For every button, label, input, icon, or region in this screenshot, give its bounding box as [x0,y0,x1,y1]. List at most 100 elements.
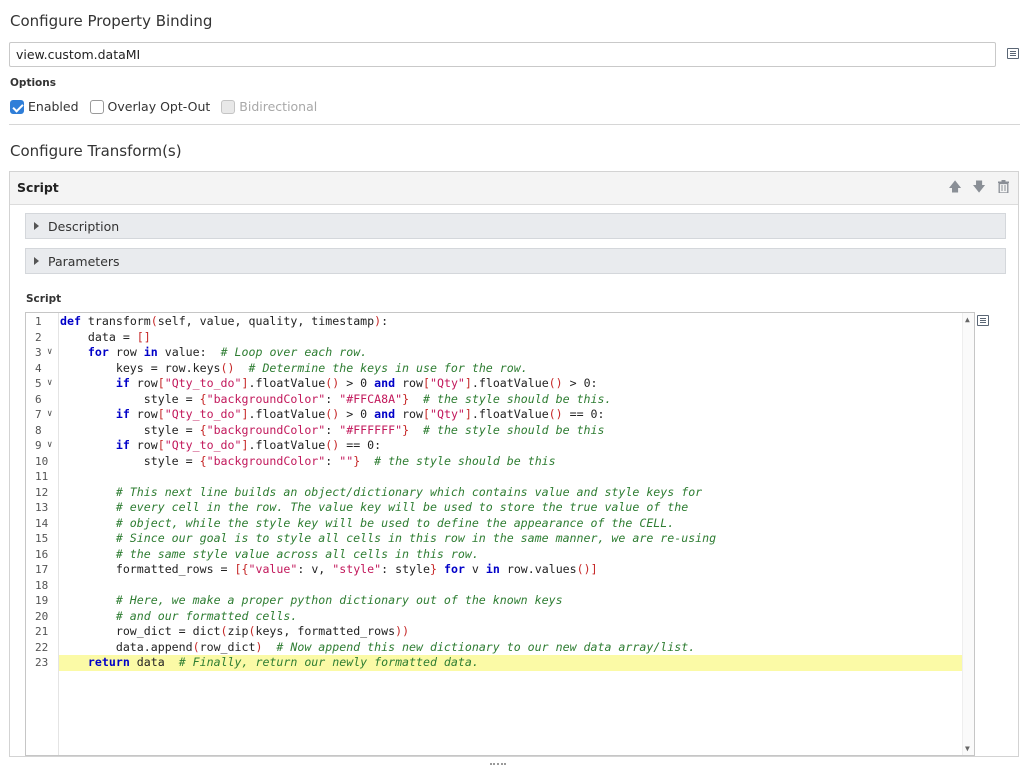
code-text: for row in value: # Loop over each row. [87,345,368,359]
code-line[interactable]: 7 ∨ if row["Qty_to_do"].floatValue() > 0 … [26,407,974,423]
line-number: 17 [35,563,49,576]
description-label: Description [48,219,120,234]
overlay-opt-out-checkbox-box[interactable] [89,99,104,114]
code-text: row_dict = dict(zip(keys, formatted_rows… [60,624,410,638]
move-up-icon[interactable]: 🡅 [948,180,962,196]
code-text: # and our formatted cells. [115,608,298,623]
code-text: formatted_rows = [{"value": v, "style": … [60,562,598,576]
code-line[interactable]: 6 style = {"backgroundColor": "#FFCA8A"}… [26,392,974,408]
code-line[interactable]: 1 def transform(self, value, quality, tim… [26,314,974,330]
code-line[interactable]: 20 # and our formatted cells. [26,609,974,625]
code-line[interactable]: 13 # every cell in the row. The value ke… [26,500,974,516]
code-text: # This next line builds an object/dictio… [115,484,703,499]
code-text: # Since our goal is to style all cells i… [115,531,717,545]
code-text: style = {"backgroundColor": ""} # the st… [60,453,556,468]
code-text: # every cell in the row. The value key w… [115,500,689,514]
bidirectional-label: Bidirectional [239,99,318,114]
line-number: 10 [35,454,49,468]
code-text: if row["Qty_to_do"].floatValue() == 0: [115,438,382,452]
enabled-checkbox-box[interactable] [10,99,24,114]
code-line[interactable]: 2 data = [] [26,330,974,346]
line-number: 11 [35,470,49,483]
move-down-icon[interactable]: 🡇 [972,180,986,196]
parameters-accordion[interactable]: Parameters [25,248,1006,274]
overlay-opt-out-checkbox[interactable]: Overlay Opt-Out [89,99,211,114]
line-number: 16 [35,547,49,561]
list-icon[interactable] [1007,48,1019,59]
fold-chevron-icon[interactable]: ∨ [47,376,52,392]
code-line[interactable]: 11 [26,469,974,485]
line-number: 2 [35,330,42,344]
fold-chevron-icon[interactable]: ∨ [47,438,52,454]
line-number: 20 [35,609,49,623]
code-text: # object, while the style key will be us… [115,515,675,530]
code-text: return data # Finally, return our newly … [87,655,479,669]
code-line[interactable]: 14 # object, while the style key will be… [26,516,974,532]
scroll-down-icon[interactable]: ▼ [965,744,970,753]
code-line[interactable]: 3 ∨ for row in value: # Loop over each ro… [26,345,974,361]
line-number: 1 [35,315,42,328]
code-text: style = {"backgroundColor": "#FFFFFF"} #… [60,422,605,437]
code-line[interactable]: 5 ∨ if row["Qty_to_do"].floatValue() > 0 … [26,376,974,392]
script-transform-panel: Script 🡅 🡇 Description Parameters Script… [9,171,1019,757]
caret-right-icon [34,222,39,230]
line-number: 22 [35,640,49,654]
fold-chevron-icon[interactable]: ∨ [47,345,52,361]
bidirectional-checkbox: Bidirectional [221,99,317,114]
trash-icon[interactable] [996,180,1010,196]
code-line[interactable]: 4 keys = row.keys() # Determine the keys… [26,361,974,377]
code-text: # Here, we make a proper python dictiona… [115,593,563,607]
enabled-checkbox[interactable]: Enabled [10,99,79,114]
parameters-label: Parameters [48,254,120,269]
fold-chevron-icon[interactable]: ∨ [47,407,52,423]
options-label: Options [10,77,56,89]
code-text: data.append(row_dict) # Now append this … [60,639,696,654]
line-number: 12 [35,485,49,499]
code-line[interactable]: 16 # the same style value across all cel… [26,547,974,563]
page-title: Configure Property Binding [10,12,213,30]
line-number: 23 [35,656,49,669]
code-line[interactable]: 22 data.append(row_dict) # Now append th… [26,640,974,656]
code-text: data = [] [60,329,151,344]
bidirectional-checkbox-box [221,99,236,114]
resize-grip[interactable] [490,763,506,767]
line-number: 21 [35,625,49,638]
script-code-editor[interactable]: ▲ ▼ 1 def transform(self, value, quality,… [25,312,975,756]
line-number: 8 [35,423,42,437]
code-text: keys = row.keys() # Determine the keys i… [60,360,528,375]
code-line[interactable]: 21 row_dict = dict(zip(keys, formatted_r… [26,624,974,640]
transforms-title: Configure Transform(s) [10,142,182,160]
property-path-input[interactable] [9,42,996,67]
code-line[interactable]: 10 style = {"backgroundColor": ""} # the… [26,454,974,470]
line-number: 13 [35,501,49,514]
line-number: 18 [35,578,49,592]
code-line[interactable]: 18 [26,578,974,594]
panel-title: Script [17,180,59,195]
code-text: def transform(self, value, quality, time… [60,314,389,328]
description-accordion[interactable]: Description [25,213,1006,239]
enabled-label: Enabled [28,99,79,114]
code-line[interactable]: 17 formatted_rows = [{"value": v, "style… [26,562,974,578]
code-text: if row["Qty_to_do"].floatValue() > 0 and… [115,376,598,390]
code-line[interactable]: 12 # This next line builds an object/dic… [26,485,974,501]
panel-header: Script 🡅 🡇 [10,172,1018,205]
line-number: 14 [35,516,49,530]
line-number: 4 [35,361,42,375]
code-text: # the same style value across all cells … [115,546,479,561]
line-number: 6 [35,392,42,406]
code-line[interactable]: 23 return data # Finally, return our new… [26,655,974,671]
line-number: 19 [35,594,49,607]
overlay-opt-out-label: Overlay Opt-Out [107,99,211,114]
section-divider [9,124,1020,125]
caret-right-icon [34,257,39,265]
panel-header-actions: 🡅 🡇 [948,180,1010,196]
code-line[interactable]: 9 ∨ if row["Qty_to_do"].floatValue() == 0… [26,438,974,454]
code-line[interactable]: 15 # Since our goal is to style all cell… [26,531,974,547]
code-line[interactable]: 19 # Here, we make a proper python dicti… [26,593,974,609]
code-line[interactable]: 8 style = {"backgroundColor": "#FFFFFF"}… [26,423,974,439]
code-text: if row["Qty_to_do"].floatValue() > 0 and… [115,407,605,421]
script-label: Script [26,293,62,305]
line-number: 15 [35,532,49,545]
code-text: style = {"backgroundColor": "#FFCA8A"} #… [60,391,612,406]
editor-list-icon[interactable] [977,315,989,326]
